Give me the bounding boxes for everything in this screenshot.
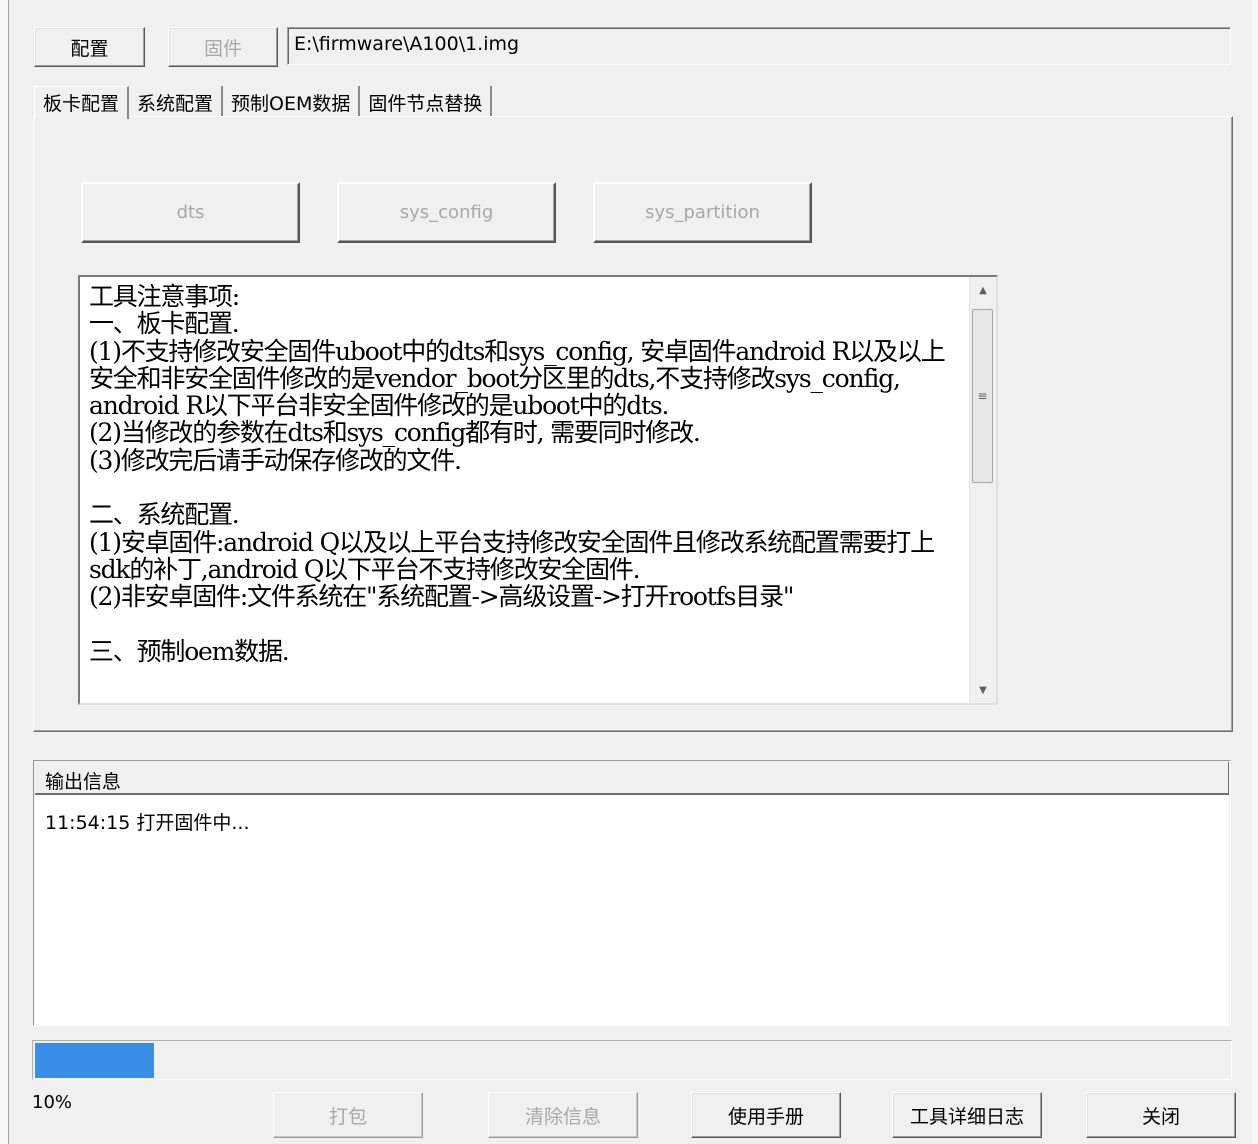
tab-firmware-node-replace[interactable]: 固件节点替换 bbox=[360, 86, 493, 117]
tab-system-config[interactable]: 系统配置 bbox=[129, 86, 224, 117]
output-header: 输出信息 bbox=[35, 762, 1229, 795]
progress-percent: 10% bbox=[32, 1092, 73, 1113]
window-left-border bbox=[0, 0, 9, 1144]
firmware-button[interactable]: 固件 bbox=[168, 27, 278, 67]
window-right-border bbox=[1252, 0, 1258, 1144]
output-panel: 输出信息 11:54:15 打开固件中... bbox=[33, 760, 1231, 1026]
log-line: 11:54:15 打开固件中... bbox=[45, 812, 250, 834]
clear-info-button[interactable]: 清除信息 bbox=[488, 1092, 638, 1138]
pack-button[interactable]: 打包 bbox=[273, 1092, 423, 1138]
progress-fill bbox=[35, 1043, 154, 1078]
output-log[interactable]: 11:54:15 打开固件中... bbox=[35, 795, 1229, 1025]
progress-bar bbox=[32, 1040, 1232, 1080]
output-header-label: 输出信息 bbox=[45, 771, 122, 793]
close-button[interactable]: 关闭 bbox=[1086, 1092, 1236, 1138]
notes-textarea[interactable]: 工具注意事项: 一、板卡配置. (1)不支持修改安全固件uboot中的dts和s… bbox=[78, 275, 998, 705]
sys-partition-button[interactable]: sys_partition bbox=[593, 182, 812, 243]
tab-board-config[interactable]: 板卡配置 bbox=[34, 86, 130, 119]
notes-scrollbar[interactable]: ▲ ≡ ▼ bbox=[969, 277, 996, 703]
scroll-thumb[interactable]: ≡ bbox=[972, 309, 993, 483]
dts-button[interactable]: dts bbox=[81, 182, 300, 243]
detailed-log-button[interactable]: 工具详细日志 bbox=[892, 1092, 1042, 1138]
user-manual-button[interactable]: 使用手册 bbox=[691, 1092, 841, 1138]
firmware-path-field[interactable]: E:\firmware\A100\1.img bbox=[287, 27, 1231, 65]
tab-oem-data[interactable]: 预制OEM数据 bbox=[223, 86, 361, 117]
scroll-down-icon[interactable]: ▼ bbox=[970, 677, 996, 703]
config-button[interactable]: 配置 bbox=[34, 27, 145, 67]
tab-strip: 板卡配置 系统配置 预制OEM数据 固件节点替换 bbox=[34, 86, 493, 119]
grip-icon: ≡ bbox=[977, 389, 988, 403]
scroll-up-icon[interactable]: ▲ bbox=[970, 277, 996, 303]
sys-config-button[interactable]: sys_config bbox=[337, 182, 556, 243]
notes-text: 工具注意事项: 一、板卡配置. (1)不支持修改安全固件uboot中的dts和s… bbox=[89, 282, 946, 666]
